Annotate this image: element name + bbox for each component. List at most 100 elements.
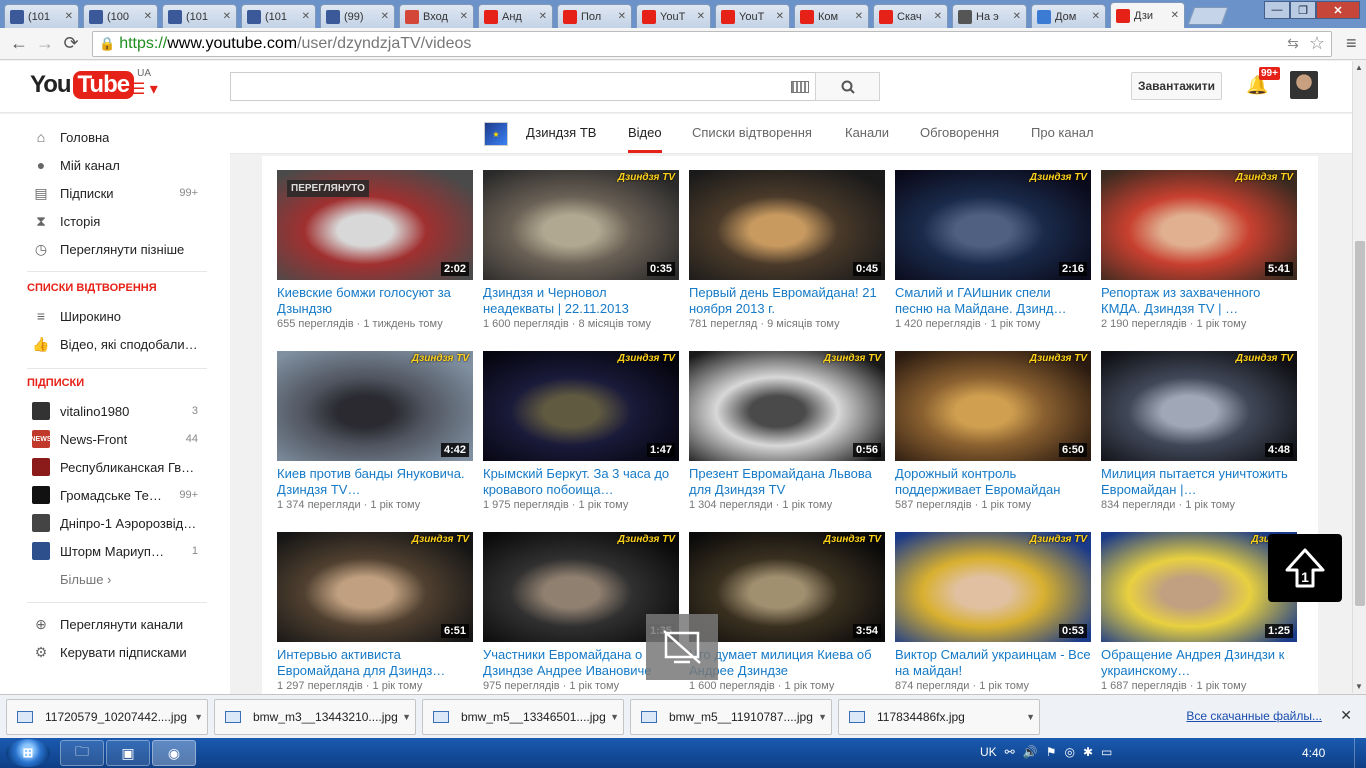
video-card[interactable]: Дзиндзя TV 1:47 Крымский Беркут. За 3 часа… (483, 351, 679, 511)
video-card[interactable]: ПЕРЕГЛЯНУТО 2:02 Киевские бомжи голосуют з… (277, 170, 473, 330)
close-tab-icon[interactable]: ✕ (1171, 10, 1179, 21)
sidebar-item[interactable]: ▤ Підписки 99+ (0, 179, 230, 207)
close-downloads-icon[interactable]: ✕ (1340, 707, 1352, 724)
subscriptions-heading[interactable]: ПІДПИСКИ (27, 377, 84, 389)
video-title-link[interactable]: Дзиндзя и Черновол неадекваты | 22.11.20… (483, 285, 679, 317)
close-tab-icon[interactable]: ✕ (776, 11, 784, 22)
browser-tab[interactable]: YouT ✕ (715, 4, 790, 28)
chrome-taskbar-icon[interactable]: ◉ (152, 740, 196, 766)
avatar[interactable] (1290, 71, 1318, 99)
start-button[interactable]: ⊞ (6, 739, 50, 767)
translate-icon[interactable]: ⇆ (1287, 35, 1299, 52)
video-title-link[interactable]: Киев против банды Януковича. Дзиндзя TV… (277, 466, 473, 498)
video-title-link[interactable]: Киевские бомжи голосуют за Дзындзю (277, 285, 473, 317)
video-thumbnail[interactable]: Дзиндзя TV 5:41 (1101, 170, 1297, 280)
page-scrollbar[interactable]: ▲ ▼ (1352, 61, 1366, 693)
video-title-link[interactable]: Обращение Андрея Дзиндзи к украинскому… (1101, 647, 1297, 679)
subscription-item[interactable]: Шторм Мариуп… 1 (0, 537, 230, 565)
minimize-button[interactable]: — (1264, 1, 1290, 19)
sidebar-item[interactable]: ● Мій канал (0, 151, 230, 179)
address-bar[interactable]: 🔒 https:// www.youtube.com /user/dzyndzj… (92, 30, 1332, 57)
video-card[interactable]: Дзиндзя TV 0:53 Виктор Смалий украинцам - … (895, 532, 1091, 692)
sidebar-item[interactable]: ⧗ Історія (0, 207, 230, 235)
show-all-downloads-link[interactable]: Все скачанные файлы... (1186, 709, 1322, 723)
browser-tab[interactable]: Ком ✕ (794, 4, 869, 28)
video-title-link[interactable]: Смалий и ГАИшник спели песню на Майдане.… (895, 285, 1091, 317)
video-thumbnail[interactable]: Дзиндзя TV 0:35 (483, 170, 679, 280)
video-title-link[interactable]: Презент Евромайдана Львова для Дзиндзя T… (689, 466, 885, 498)
video-title-link[interactable]: Виктор Смалий украинцам - Все на майдан! (895, 647, 1091, 679)
video-card[interactable]: Дзиндзя TV 4:42 Киев против банды Янукович… (277, 351, 473, 511)
video-title-link[interactable]: Что думает милиция Киева об Андрее Дзинд… (689, 647, 885, 679)
close-tab-icon[interactable]: ✕ (697, 11, 705, 22)
video-thumbnail[interactable]: Дзиндзя TV 4:42 (277, 351, 473, 461)
scroll-up-arrow-icon[interactable]: ▲ (1355, 63, 1363, 72)
close-tab-icon[interactable]: ✕ (618, 11, 626, 22)
chevron-down-icon[interactable]: ▼ (194, 712, 203, 722)
browser-tab[interactable]: (101 ✕ (241, 4, 316, 28)
chevron-down-icon[interactable]: ▼ (610, 712, 619, 722)
download-item[interactable]: bmw_m5__13346501....jpg ▼ (422, 698, 624, 735)
browser-tab[interactable]: Пол ✕ (557, 4, 632, 28)
channel-avatar[interactable]: ★ (484, 122, 508, 146)
reload-button[interactable]: ⟳ (58, 31, 84, 57)
browser-tab[interactable]: (100 ✕ (83, 4, 158, 28)
display-icon[interactable]: ▭ (1101, 745, 1112, 759)
chrome-menu-icon[interactable]: ≡ (1346, 33, 1357, 54)
keyboard-icon[interactable] (791, 81, 809, 93)
volume-icon[interactable]: 🔊 (1023, 745, 1038, 759)
video-thumbnail[interactable]: Дзиндзя TV 3:54 (689, 532, 885, 642)
close-tab-icon[interactable]: ✕ (1013, 11, 1021, 22)
video-card[interactable]: 0:45 Первый день Евромайдана! 21 ноября 2… (689, 170, 885, 330)
show-desktop-button[interactable] (1354, 738, 1366, 768)
new-tab-button[interactable] (1187, 7, 1229, 25)
flag-icon[interactable]: ⚑ (1046, 745, 1057, 759)
chevron-down-icon[interactable]: ▼ (402, 712, 411, 722)
video-thumbnail[interactable]: Дзиндзя TV 4:48 (1101, 351, 1297, 461)
subscription-item[interactable]: Громадське Те… 99+ (0, 481, 230, 509)
download-item[interactable]: 11720579_10207442....jpg ▼ (6, 698, 208, 735)
forward-button[interactable]: → (32, 31, 58, 57)
guide-menu-icon[interactable]: ☰ ▾ (131, 79, 158, 99)
video-card[interactable]: Дзиндзя TV 3:54 Что думает милиция Киева о… (689, 532, 885, 692)
network-icon[interactable]: ⚯ (1005, 745, 1015, 759)
sidebar-item[interactable]: ≡ Широкино (0, 302, 230, 330)
close-tab-icon[interactable]: ✕ (934, 11, 942, 22)
search-input[interactable] (231, 73, 771, 100)
scroll-down-arrow-icon[interactable]: ▼ (1355, 682, 1363, 691)
video-card[interactable]: Дзиндзя TV 6:50 Дорожный контроль поддержи… (895, 351, 1091, 511)
close-tab-icon[interactable]: ✕ (381, 11, 389, 22)
playlists-heading[interactable]: СПИСКИ ВІДТВОРЕННЯ (27, 282, 157, 294)
chevron-down-icon[interactable]: ▼ (818, 712, 827, 722)
explorer-taskbar-icon[interactable]: 🗀 (60, 740, 104, 766)
video-thumbnail[interactable]: 0:45 (689, 170, 885, 280)
browser-tab[interactable]: Анд ✕ (478, 4, 553, 28)
download-item[interactable]: bmw_m5__11910787....jpg ▼ (630, 698, 832, 735)
sidebar-item[interactable]: ⚙ Керувати підписками (0, 638, 230, 666)
tab-videos[interactable]: Відео (628, 125, 662, 140)
video-thumbnail[interactable]: Дзиндзя TV 0:56 (689, 351, 885, 461)
close-tab-icon[interactable]: ✕ (539, 11, 547, 22)
video-title-link[interactable]: Милиция пытается уничтожить Евромайдан |… (1101, 466, 1297, 498)
video-title-link[interactable]: Интервью активиста Евромайдана для Дзинд… (277, 647, 473, 679)
screen-overlay-button[interactable] (646, 614, 718, 680)
maximize-button[interactable]: ❐ (1290, 1, 1316, 19)
video-card[interactable]: Дзиндзя TV 4:48 Милиция пытается уничтожит… (1101, 351, 1297, 511)
video-card[interactable]: Дзиндзя TV 0:56 Презент Евромайдана Львова… (689, 351, 885, 511)
subscription-item[interactable]: Дніпро-1 Аэророзвід… (0, 509, 230, 537)
video-thumbnail[interactable]: Дзиндзя TV 6:50 (895, 351, 1091, 461)
bookmark-star-icon[interactable]: ☆ (1309, 33, 1325, 54)
tab-about[interactable]: Про канал (1031, 125, 1094, 140)
video-thumbnail[interactable]: Дзиндзя TV 2:16 (895, 170, 1091, 280)
channel-name-link[interactable]: Дзиндзя ТВ (526, 125, 596, 140)
show-more-link[interactable]: Більше › (60, 572, 111, 587)
tab-playlists[interactable]: Списки відтворення (692, 125, 812, 140)
tab-discussion[interactable]: Обговорення (920, 125, 999, 140)
video-title-link[interactable]: Первый день Евромайдана! 21 ноября 2013 … (689, 285, 885, 317)
video-thumbnail[interactable]: Дзиндзя TV 1:47 (483, 351, 679, 461)
subscription-item[interactable]: NEWS News-Front 44 (0, 425, 230, 453)
close-tab-icon[interactable]: ✕ (855, 11, 863, 22)
video-card[interactable]: Дзиндзя TV 0:35 Дзиндзя и Черновол неадекв… (483, 170, 679, 330)
browser-tab[interactable]: Вход ✕ (399, 4, 474, 28)
download-item[interactable]: 117834486fx.jpg ▼ (838, 698, 1040, 735)
